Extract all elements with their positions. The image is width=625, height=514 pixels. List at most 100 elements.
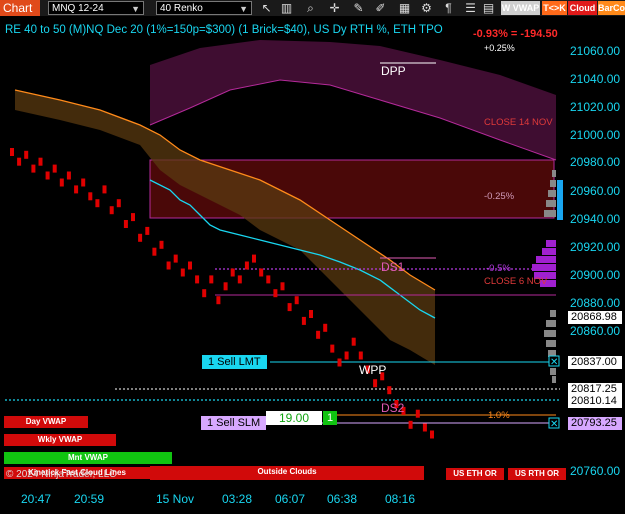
renko-brick [173,254,178,263]
cancel-stop-icon: ✕ [550,419,558,430]
daily-change: -0.93% = -194.50 [473,28,558,40]
renko-brick [373,379,378,388]
profile-bar [546,320,556,327]
outside-clouds-button[interactable]: Outside Clouds [150,466,424,480]
renko-brick [337,358,342,367]
renko-brick [52,164,57,173]
price-label: 20940.00 [570,212,621,226]
price-box-ma: 20868.98 [568,311,622,324]
renko-brick [138,233,143,242]
daily-change-sub: +0.25% [484,43,515,53]
close-6-label: CLOSE 6 NOV [484,276,548,287]
renko-brick [123,220,128,228]
profile-bar [550,368,556,375]
profile-bar [546,240,556,247]
profile-bar [548,190,556,197]
renko-brick [17,157,22,166]
renko-brick [209,275,214,284]
renko-brick [358,351,363,360]
renko-brick [45,171,50,180]
price-box-stop: 20793.25 [568,417,622,430]
cancel-order-icon: ✕ [550,357,558,368]
renko-brick [102,185,107,194]
wkly-vwap-button[interactable]: Wkly VWAP [4,434,116,446]
renko-brick [259,268,264,277]
dpp-label: DPP [381,64,406,78]
price-label: 21020.00 [570,100,621,114]
renko-brick [309,310,313,318]
order-qty[interactable]: 1 [323,411,337,425]
renko-brick [316,330,321,339]
renko-brick [273,289,278,298]
day-vwap-button[interactable]: Day VWAP [4,416,88,428]
renko-brick [109,206,114,215]
chart-title: RE 40 to 50 (M)NQ Dec 20 (1%=150p=$300) … [5,24,443,36]
order-price-input[interactable]: 19.00 [266,411,322,425]
profile-bar [546,340,556,347]
time-label: 20:59 [74,492,105,506]
renko-brick [10,148,14,156]
time-label: 20:47 [21,492,52,506]
time-label: 08:16 [385,492,416,506]
price-label: 20960.00 [570,184,621,198]
orange-cloud [15,90,435,365]
profile-bar [546,200,556,207]
renko-brick [301,316,306,325]
pct-10-label: 1.0% [488,410,510,421]
pct-025-label: -0.25% [484,191,515,202]
renko-brick [38,157,43,166]
renko-brick [422,423,427,432]
renko-brick [24,150,29,159]
mnt-vwap-button[interactable]: Mnt VWAP [4,452,172,464]
renko-brick [216,296,221,305]
price-label: 21060.00 [570,44,621,58]
price-box-vwap: 20810.14 [568,395,622,408]
time-label: 06:07 [275,492,306,506]
renko-brick [152,247,157,256]
profile-bar [552,376,556,383]
renko-brick [223,282,228,291]
price-label: 21040.00 [570,72,621,86]
renko-brick [344,351,349,360]
renko-brick [31,164,36,173]
renko-brick [415,409,420,418]
renko-brick [330,344,335,353]
profile-bar [544,330,556,337]
upper-cloud-band [150,40,556,160]
renko-brick [294,296,299,305]
renko-brick [88,192,93,201]
renko-brick [81,178,86,187]
sell-stop-order[interactable]: 1 Sell SLM [201,416,267,430]
us-rth-or-button[interactable]: US RTH OR [508,468,566,480]
renko-brick [323,323,328,332]
time-label: 06:38 [327,492,358,506]
renko-brick [59,178,64,187]
profile-bar [542,248,556,255]
price-label: 20900.00 [570,268,621,282]
price-label: 21000.00 [570,128,621,142]
wpp-label: WPP [359,363,387,377]
profile-bar [544,210,556,217]
renko-brick [188,261,192,270]
renko-brick [266,275,271,284]
renko-brick [116,199,121,208]
price-box-order: 20837.00 [568,356,622,369]
renko-brick [195,275,200,284]
renko-brick [180,268,185,277]
renko-brick [430,430,434,439]
price-label: 20880.00 [570,296,621,310]
time-label: 15 Nov [156,492,195,506]
time-label: 03:28 [222,492,253,506]
renko-brick [252,254,256,263]
renko-brick [159,240,164,249]
renko-brick [131,213,135,222]
sell-limit-order[interactable]: 1 Sell LMT [202,355,267,369]
renko-brick [287,303,292,312]
renko-brick [237,275,242,284]
close-14-label: CLOSE 14 NOV [484,117,553,128]
us-eth-or-button[interactable]: US ETH OR [446,468,504,480]
renko-brick [280,282,285,291]
renko-brick [145,226,150,235]
ds2-label: DS2 [381,401,405,415]
price-label: 20920.00 [570,240,621,254]
